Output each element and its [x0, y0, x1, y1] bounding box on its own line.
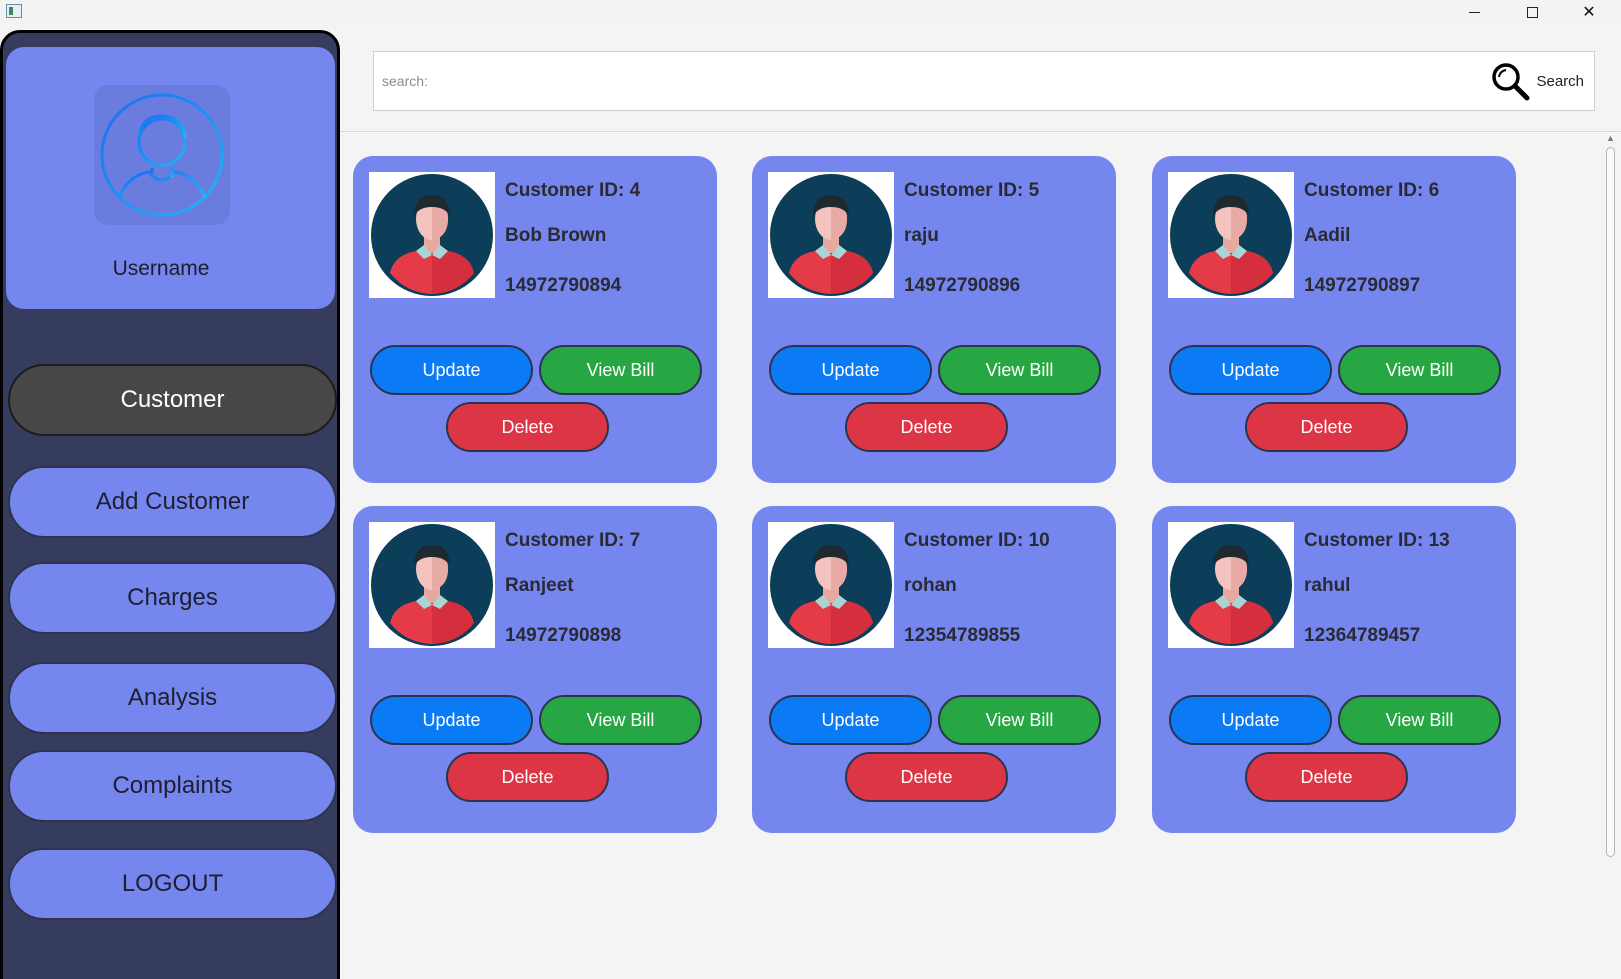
customer-photo — [369, 172, 495, 298]
nav-label: Add Customer — [95, 488, 250, 515]
update-button[interactable]: Update — [1169, 345, 1332, 395]
update-button[interactable]: Update — [1169, 695, 1332, 745]
nav-customer-button[interactable]: Customer — [8, 364, 337, 436]
scroll-up-icon[interactable]: ▲ — [1606, 133, 1615, 143]
delete-button[interactable]: Delete — [1245, 402, 1408, 452]
customer-photo — [768, 172, 894, 298]
update-button[interactable]: Update — [370, 695, 533, 745]
close-button[interactable]: ✕ — [1566, 0, 1612, 24]
minimize-icon — [1468, 11, 1480, 13]
update-button[interactable]: Update — [769, 695, 932, 745]
customer-phone: 14972790898 — [505, 625, 622, 646]
customer-id: Customer ID: 13 — [1304, 530, 1450, 551]
user-circle-icon — [100, 93, 224, 217]
customer-card: Customer ID: 7 Ranjeet 14972790898 Updat… — [353, 506, 717, 833]
customer-name: rohan — [904, 575, 957, 596]
delete-button[interactable]: Delete — [1245, 752, 1408, 802]
search-button-label: Search — [1536, 72, 1584, 90]
customer-photo — [768, 522, 894, 648]
nav-label: LOGOUT — [121, 870, 224, 897]
nav-add-customer-button[interactable]: Add Customer — [8, 466, 337, 538]
avatar — [94, 85, 230, 225]
magnifier-icon — [1492, 63, 1530, 101]
nav-complaints-button[interactable]: Complaints — [8, 750, 337, 822]
customer-name: Ranjeet — [505, 575, 574, 596]
customer-id: Customer ID: 10 — [904, 530, 1050, 551]
customer-card: Customer ID: 4 Bob Brown 14972790894 Upd… — [353, 156, 717, 483]
customer-photo — [1168, 522, 1294, 648]
content-divider — [340, 131, 1621, 132]
customer-name: raju — [904, 225, 939, 246]
customer-phone: 12364789457 — [1304, 625, 1421, 646]
customer-avatar-icon — [371, 174, 493, 296]
customer-photo — [369, 522, 495, 648]
update-button[interactable]: Update — [769, 345, 932, 395]
nav-label: Complaints — [112, 772, 233, 799]
customer-name: rahul — [1304, 575, 1351, 596]
delete-button[interactable]: Delete — [446, 402, 609, 452]
nav-label: Analysis — [127, 684, 218, 711]
customer-phone: 14972790894 — [505, 275, 622, 296]
delete-button[interactable]: Delete — [845, 402, 1008, 452]
customer-card: Customer ID: 10 rohan 12354789855 Update… — [752, 506, 1116, 833]
customer-phone: 14972790897 — [1304, 275, 1421, 296]
view-bill-button[interactable]: View Bill — [938, 345, 1101, 395]
customer-id: Customer ID: 7 — [505, 530, 641, 551]
nav-charges-button[interactable]: Charges — [8, 562, 337, 634]
customer-id: Customer ID: 6 — [1304, 180, 1440, 201]
app-icon — [6, 4, 22, 18]
view-bill-button[interactable]: View Bill — [1338, 695, 1501, 745]
customer-avatar-icon — [770, 174, 892, 296]
customer-avatar-icon — [371, 524, 493, 646]
customer-avatar-icon — [770, 524, 892, 646]
search-input[interactable] — [382, 52, 1432, 110]
sidebar: Username Customer Add Customer Charges A… — [0, 30, 340, 979]
view-bill-button[interactable]: View Bill — [539, 345, 702, 395]
customer-id: Customer ID: 4 — [505, 180, 641, 201]
customer-photo — [1168, 172, 1294, 298]
view-bill-button[interactable]: View Bill — [938, 695, 1101, 745]
customer-card: Customer ID: 6 Aadil 14972790897 Update … — [1152, 156, 1516, 483]
search-button[interactable]: Search — [1490, 61, 1584, 101]
close-icon: ✕ — [1582, 2, 1596, 21]
nav-label: Charges — [127, 584, 218, 611]
nav-label: Customer — [120, 386, 225, 413]
minimize-button[interactable] — [1451, 0, 1497, 24]
vertical-scrollbar[interactable]: ▲ — [1603, 133, 1617, 979]
view-bill-button[interactable]: View Bill — [1338, 345, 1501, 395]
customer-card: Customer ID: 13 rahul 12364789457 Update… — [1152, 506, 1516, 833]
logout-button[interactable]: LOGOUT — [8, 848, 337, 920]
maximize-icon — [1526, 6, 1538, 18]
view-bill-button[interactable]: View Bill — [539, 695, 702, 745]
delete-button[interactable]: Delete — [446, 752, 609, 802]
customer-phone: 12354789855 — [904, 625, 1021, 646]
customer-id: Customer ID: 5 — [904, 180, 1040, 201]
scroll-thumb[interactable] — [1606, 147, 1615, 857]
maximize-button[interactable] — [1509, 0, 1555, 24]
profile-card: Username — [6, 47, 335, 309]
customer-phone: 14972790896 — [904, 275, 1021, 296]
customer-name: Aadil — [1304, 225, 1351, 246]
username-label: Username — [112, 257, 210, 280]
customer-name: Bob Brown — [505, 225, 607, 246]
update-button[interactable]: Update — [370, 345, 533, 395]
customer-avatar-icon — [1170, 174, 1292, 296]
nav-analysis-button[interactable]: Analysis — [8, 662, 337, 734]
search-bar: Search — [373, 51, 1595, 111]
delete-button[interactable]: Delete — [845, 752, 1008, 802]
customer-avatar-icon — [1170, 524, 1292, 646]
customer-card: Customer ID: 5 raju 14972790896 Update V… — [752, 156, 1116, 483]
title-bar: ✕ — [0, 0, 1621, 24]
